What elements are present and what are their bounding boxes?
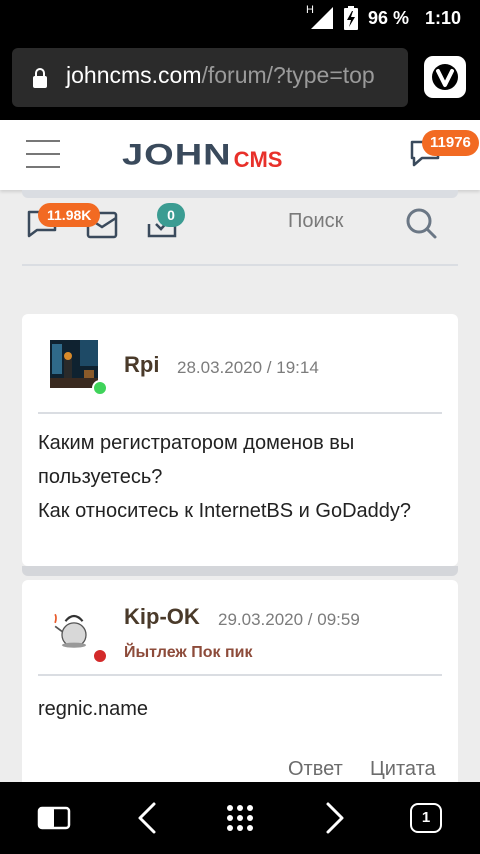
user-counters-row: 11.98K 0 Поиск	[0, 190, 480, 270]
battery-charging-icon	[344, 6, 358, 30]
check-badge: 0	[157, 203, 185, 227]
post-line: regnic.name	[38, 698, 149, 720]
avatar[interactable]	[50, 604, 98, 652]
username[interactable]: Kip-OK	[124, 604, 200, 630]
logo-main: JOHN	[122, 138, 232, 172]
header-shadow	[22, 190, 458, 198]
panel-toggle-icon[interactable]	[36, 800, 72, 836]
logo-accent: CMS	[233, 147, 283, 172]
vivaldi-icon	[432, 64, 458, 90]
post-body: regnic.name	[38, 692, 148, 726]
post-divider	[38, 412, 442, 414]
post-body: Каким регистратором доменов вы пользуете…	[38, 426, 411, 528]
site-logo[interactable]: JOHNCMS	[122, 134, 282, 174]
back-arrow-icon[interactable]	[130, 800, 166, 836]
user-status-text: Йытлеж Пок пик	[124, 644, 253, 661]
forum-post: Rpi 28.03.2020 / 19:14 Каким регистратор…	[22, 314, 458, 566]
messages-count-badge: 11976	[422, 130, 479, 156]
forward-arrow-icon[interactable]	[316, 800, 352, 836]
username[interactable]: Rpi	[124, 352, 159, 378]
speed-dial-grid-icon[interactable]	[222, 800, 258, 836]
quote-button[interactable]: Цитата	[370, 758, 436, 781]
reply-button[interactable]: Ответ	[288, 758, 343, 781]
lock-icon	[33, 68, 47, 88]
post-separator	[22, 566, 458, 576]
post-date: 29.03.2020 / 09:59	[218, 610, 360, 629]
post-line: пользуетесь?	[38, 466, 163, 488]
forum-post: Kip-OK 29.03.2020 / 09:59 Йытлеж Пок пик…	[22, 580, 458, 790]
signal-icon	[311, 7, 333, 29]
status-bar: H 96 % 1:10	[0, 0, 480, 36]
browser-bottom-nav: 1	[0, 782, 480, 854]
battery-percent: 96 %	[368, 8, 410, 28]
address-bar[interactable]: johncms.com/forum/?type=top	[12, 48, 408, 107]
vivaldi-menu-button[interactable]	[424, 56, 466, 98]
search-link[interactable]: Поиск	[288, 210, 343, 233]
menu-icon[interactable]	[26, 140, 60, 168]
search-icon[interactable]	[404, 206, 438, 240]
forum-badge: 11.98K	[38, 203, 101, 227]
post-line: Как относитесь к InternetBS и GoDaddy?	[38, 500, 412, 522]
post-line: Каким регистратором доменов вы	[38, 432, 355, 454]
post-divider	[38, 674, 442, 676]
avatar[interactable]	[50, 340, 98, 388]
url-host: johncms.com	[66, 62, 202, 88]
tab-switcher-button[interactable]: 1	[410, 803, 442, 833]
offline-status-dot	[92, 648, 108, 664]
row-divider	[22, 264, 458, 266]
online-status-dot	[92, 380, 108, 396]
url-path: /forum/?type=top	[201, 62, 375, 88]
clock: 1:10	[425, 8, 462, 28]
post-date: 28.03.2020 / 19:14	[177, 358, 319, 377]
browser-toolbar: johncms.com/forum/?type=top	[0, 36, 480, 120]
site-header: JOHNCMS 11976	[0, 120, 480, 190]
url-text: johncms.com/forum/?type=top	[66, 62, 375, 89]
